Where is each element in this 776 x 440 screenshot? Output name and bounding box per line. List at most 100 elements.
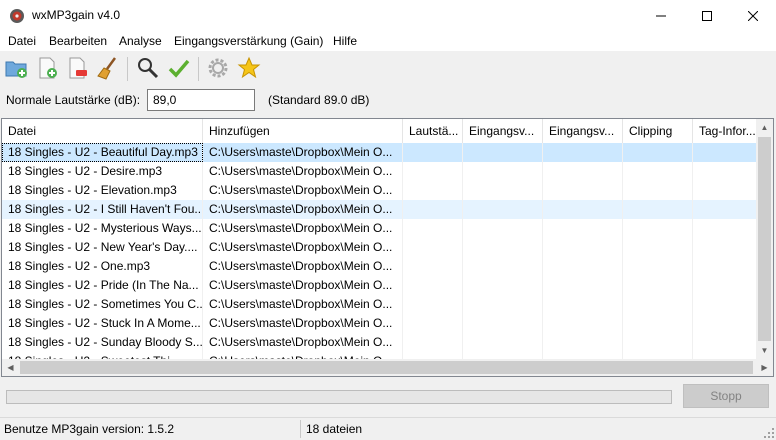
cell-empty (403, 181, 463, 200)
vertical-scroll-thumb[interactable] (758, 137, 771, 341)
cell-empty (403, 238, 463, 257)
cell-empty (543, 238, 623, 257)
column-header-hinzufuegen[interactable]: Hinzufügen (203, 119, 403, 143)
scroll-left-icon[interactable]: ◀ (2, 359, 19, 376)
close-icon (748, 10, 758, 21)
scroll-up-icon[interactable]: ▲ (756, 119, 773, 136)
cell-empty (623, 200, 693, 219)
table-row[interactable]: 18 Singles - U2 - New Year's Day.... C:\U… (2, 238, 757, 257)
cell-empty (543, 276, 623, 295)
table-row[interactable]: 18 Singles - U2 - Stuck In A Mome... C:\U… (2, 314, 757, 333)
clear-list-button[interactable] (94, 54, 122, 82)
cell-file: 18 Singles - U2 - Elevation.mp3 (2, 181, 203, 200)
cell-empty (403, 333, 463, 352)
horizontal-scrollbar[interactable]: ◀ ▶ (2, 359, 773, 376)
minimize-icon (656, 15, 666, 16)
cell-empty (623, 314, 693, 333)
menu-gain[interactable]: Eingangsverstärkung (Gain) (174, 34, 323, 48)
maximize-button[interactable] (684, 0, 730, 31)
menu-analyse[interactable]: Analyse (119, 34, 162, 48)
cell-empty (403, 219, 463, 238)
toolbar (0, 52, 776, 86)
status-version: Benutze MP3gain version: 1.5.2 (4, 422, 175, 436)
close-button[interactable] (730, 0, 776, 31)
cell-empty (463, 314, 543, 333)
clear-list-icon (97, 57, 117, 80)
cell-empty (693, 333, 757, 352)
table-row[interactable]: 18 Singles - U2 - Sunday Bloody S... C:\U… (2, 333, 757, 352)
table-row[interactable]: 18 Singles - U2 - Pride (In The Na... C:\… (2, 276, 757, 295)
cell-empty (623, 295, 693, 314)
maximize-icon (702, 10, 712, 21)
cell-empty (403, 200, 463, 219)
cell-path: C:\Users\maste\Dropbox\Mein O... (203, 200, 403, 219)
cell-empty (463, 276, 543, 295)
app-logo-icon (10, 9, 24, 23)
cell-path: C:\Users\maste\Dropbox\Mein O... (203, 162, 403, 181)
cell-empty (623, 238, 693, 257)
minimize-button[interactable] (638, 0, 684, 31)
status-file-count: 18 dateien (306, 422, 363, 436)
cell-path: C:\Users\maste\Dropbox\Mein O... (203, 219, 403, 238)
stop-button[interactable]: Stopp (683, 384, 769, 408)
window-title: wxMP3gain v4.0 (32, 8, 121, 22)
scroll-down-icon[interactable]: ▼ (756, 342, 773, 359)
column-header-datei[interactable]: Datei (2, 119, 203, 143)
cell-file: 18 Singles - U2 - Desire.mp3 (2, 162, 203, 181)
file-list[interactable]: Datei Hinzufügen Lautstä... Eingangsv...… (1, 118, 774, 377)
title-bar: wxMP3gain v4.0 (0, 0, 776, 31)
add-folder-button[interactable] (3, 54, 31, 82)
table-row[interactable]: 18 Singles - U2 - One.mp3 C:\Users\maste\… (2, 257, 757, 276)
cell-file: 18 Singles - U2 - Sunday Bloody S... (2, 333, 203, 352)
cell-empty (543, 219, 623, 238)
table-row[interactable]: 18 Singles - U2 - Elevation.mp3 C:\Users\… (2, 181, 757, 200)
resize-grip-icon[interactable] (764, 428, 774, 438)
add-file-icon (39, 57, 57, 79)
volume-label: Normale Lautstärke (dB): (6, 93, 141, 107)
add-file-button[interactable] (33, 54, 61, 82)
vertical-scrollbar[interactable]: ▲ ▼ (756, 119, 773, 359)
column-header-lautstaerke[interactable]: Lautstä... (403, 119, 463, 143)
menu-datei[interactable]: Datei (8, 34, 36, 48)
table-row[interactable]: 18 Singles - U2 - I Still Haven't Fou...… (2, 200, 757, 219)
remove-file-icon (69, 57, 87, 79)
analyze-button[interactable] (134, 54, 162, 82)
horizontal-scroll-thumb[interactable] (20, 361, 753, 374)
table-row[interactable]: 18 Singles - U2 - Desire.mp3 C:\Users\mas… (2, 162, 757, 181)
gear-icon (208, 58, 228, 78)
table-row[interactable]: 18 Singles - U2 - Beautiful Day.mp3 C:\Us… (2, 143, 757, 162)
cell-empty (463, 257, 543, 276)
star-icon (237, 56, 261, 79)
scroll-right-icon[interactable]: ▶ (756, 359, 773, 376)
magnifier-icon (138, 58, 159, 79)
cell-empty (693, 257, 757, 276)
remove-file-button[interactable] (63, 54, 91, 82)
cell-file: 18 Singles - U2 - Pride (In The Na... (2, 276, 203, 295)
volume-input[interactable] (147, 89, 255, 111)
table-row[interactable]: 18 Singles - U2 - Mysterious Ways.... C:\… (2, 219, 757, 238)
apply-gain-button[interactable] (165, 54, 193, 82)
cell-file: 18 Singles - U2 - Sometimes You C... (2, 295, 203, 314)
cell-empty (463, 162, 543, 181)
column-header-tag-info[interactable]: Tag-Infor... (693, 119, 757, 143)
column-header-clipping[interactable]: Clipping (623, 119, 693, 143)
column-header-eingangsv-2[interactable]: Eingangsv... (543, 119, 623, 143)
table-row[interactable]: 18 Singles - U2 - Sometimes You C... C:\U… (2, 295, 757, 314)
cell-empty (693, 314, 757, 333)
menu-hilfe[interactable]: Hilfe (333, 34, 357, 48)
cell-empty (543, 295, 623, 314)
cell-empty (403, 314, 463, 333)
cell-file: 18 Singles - U2 - I Still Haven't Fou... (2, 200, 203, 219)
cell-file: 18 Singles - U2 - New Year's Day.... (2, 238, 203, 257)
cell-empty (463, 200, 543, 219)
settings-button[interactable] (204, 54, 232, 82)
cell-empty (463, 219, 543, 238)
list-header: Datei Hinzufügen Lautstä... Eingangsv...… (2, 119, 757, 144)
cell-empty (623, 333, 693, 352)
favorite-button[interactable] (235, 54, 263, 82)
volume-standard-text: (Standard 89.0 dB) (268, 93, 370, 107)
column-header-eingangsv-1[interactable]: Eingangsv... (463, 119, 543, 143)
menu-bearbeiten[interactable]: Bearbeiten (49, 34, 107, 48)
cell-empty (543, 162, 623, 181)
cell-path: C:\Users\maste\Dropbox\Mein O... (203, 238, 403, 257)
